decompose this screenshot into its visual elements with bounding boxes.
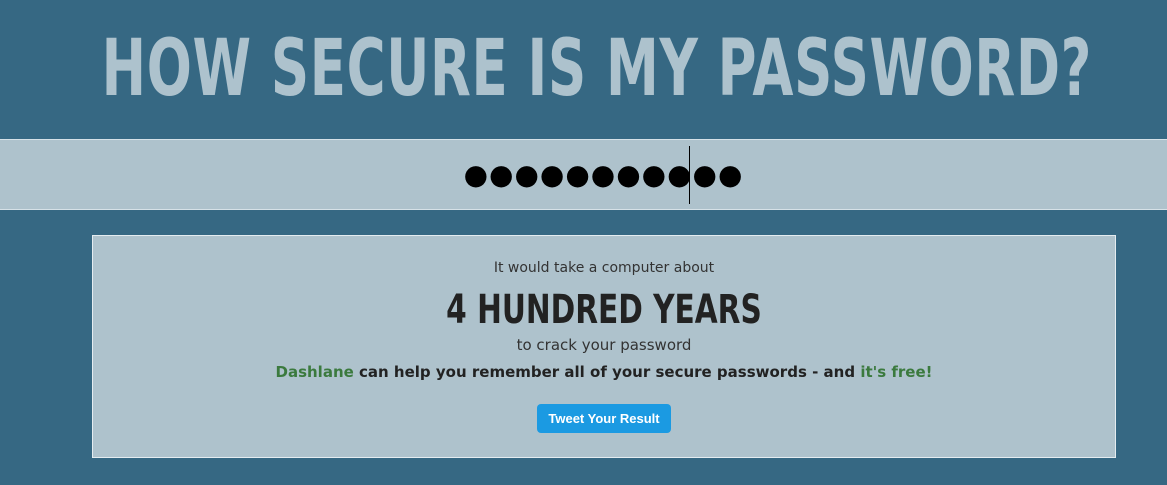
result-intro-text: It would take a computer about <box>493 260 715 276</box>
page-title: HOW SECURE IS MY PASSWORD? <box>101 24 1093 114</box>
tweet-result-button[interactable]: Tweet Your Result <box>537 404 671 433</box>
free-link[interactable]: it's free! <box>860 363 932 381</box>
password-bar: ●●●●●●●●●●● <box>0 139 1167 210</box>
dashlane-link[interactable]: Dashlane <box>276 363 354 381</box>
crack-time: 4 HUNDRED YEARS <box>446 287 762 333</box>
header: HOW SECURE IS MY PASSWORD? <box>0 0 1167 138</box>
promo-body: can help you remember all of your secure… <box>353 363 861 381</box>
password-value: ●●●●●●●●●●● <box>463 158 744 191</box>
promo-text: Dashlane can help you remember all of yo… <box>93 363 1115 381</box>
text-caret <box>689 146 690 204</box>
result-panel: It would take a computer about 4 HUNDRED… <box>92 235 1116 458</box>
result-outro-text: to crack your password <box>516 336 692 354</box>
password-input[interactable]: ●●●●●●●●●●● <box>0 140 1167 209</box>
